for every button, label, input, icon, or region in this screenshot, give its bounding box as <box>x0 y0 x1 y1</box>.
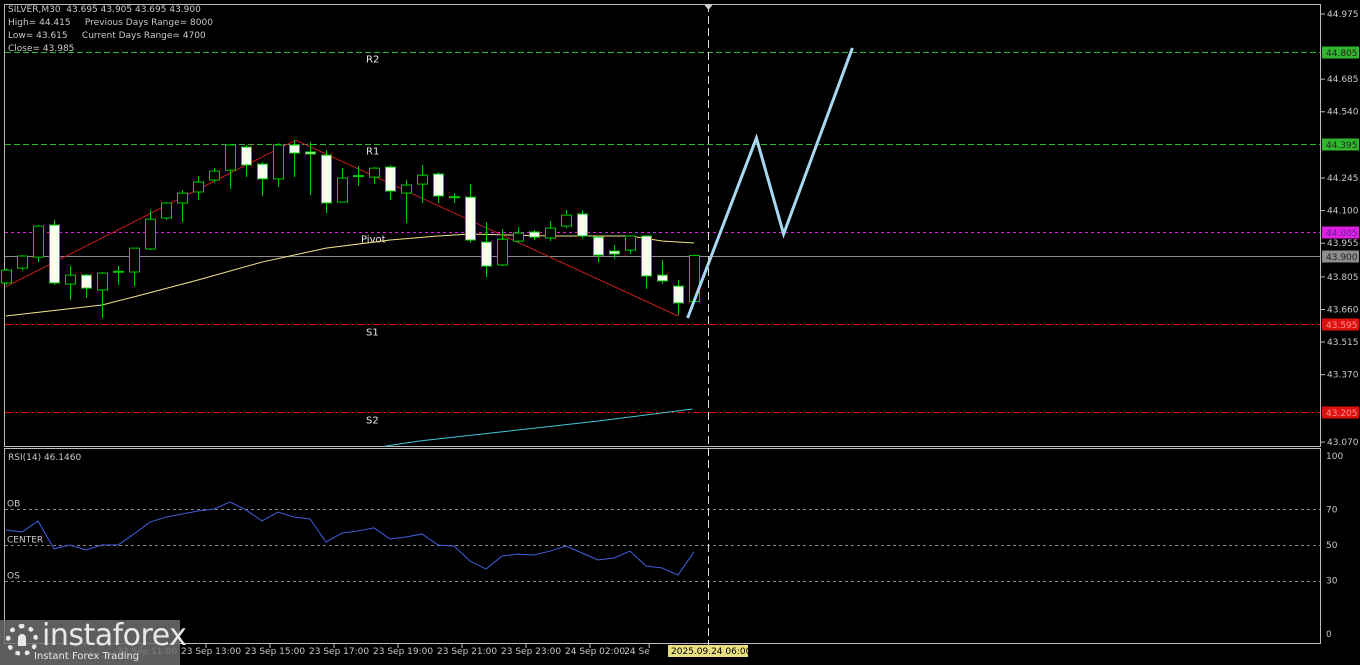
bullish-candle <box>177 192 188 204</box>
bearish-candle <box>641 235 652 277</box>
bullish-candle <box>225 144 236 171</box>
price-tick-label: 43.805 <box>1327 273 1359 283</box>
bullish-candle <box>353 175 364 178</box>
cursor-time-label: 2025.09.24 06:00 <box>671 647 752 657</box>
bullish-candle <box>497 238 508 266</box>
main-pane-frame <box>4 4 1321 447</box>
bullish-candle <box>97 272 108 291</box>
level-badge-label: 43.205 <box>1326 409 1358 419</box>
level-badge-label: 44.805 <box>1326 49 1358 59</box>
bearish-candle <box>465 196 476 241</box>
forecast-path-line <box>686 47 854 319</box>
bullish-candle <box>369 167 380 178</box>
bearish-candle <box>385 166 396 192</box>
bearish-candle <box>321 154 332 204</box>
price-tick-label: 43.955 <box>1327 239 1359 249</box>
rsi-level-center: CENTER <box>7 536 43 546</box>
bullish-candle <box>33 225 44 258</box>
level-name-r1: R1 <box>366 147 379 158</box>
level-name-r2: R2 <box>366 55 379 66</box>
rsi-line <box>5 501 695 576</box>
bearish-candle <box>593 236 604 256</box>
bullish-candle <box>209 170 220 181</box>
bearish-candle <box>81 274 92 289</box>
bearish-candle <box>577 213 588 237</box>
price-tick-label: 43.370 <box>1327 371 1359 381</box>
rsi-tick-label: 30 <box>1326 577 1338 587</box>
bullish-candle <box>449 196 460 199</box>
level-badge-label: 44.005 <box>1326 229 1358 239</box>
price-tick-label: 44.100 <box>1327 207 1359 217</box>
time-tick-label: 23 Sep 19:00 <box>373 647 433 657</box>
bullish-candle <box>193 181 204 193</box>
time-tick-label: 23 Sep 13:00 <box>181 647 241 657</box>
watermark-tagline: Instant Forex Trading <box>34 651 140 662</box>
bullish-candle <box>129 247 140 273</box>
bearish-candle <box>433 173 444 197</box>
bullish-candle <box>337 177 348 203</box>
level-badge-label: 43.595 <box>1326 321 1358 331</box>
fast-moving-average-line <box>5 233 695 317</box>
bearish-candle <box>289 144 300 154</box>
bearish-candle <box>481 241 492 267</box>
watermark-name: instaforex <box>42 618 187 653</box>
rsi-level-os: OS <box>7 572 20 582</box>
high-range-line: High= 44.415 Previous Days Range= 8000 <box>8 18 213 28</box>
bullish-candle <box>113 270 124 273</box>
bullish-candle <box>625 235 636 251</box>
time-tick-label: 23 Sep 23:00 <box>501 647 561 657</box>
bearish-candle <box>257 163 268 180</box>
bullish-candle <box>401 184 412 194</box>
bullish-candle <box>561 214 572 227</box>
rsi-tick-label: 50 <box>1326 541 1338 551</box>
price-chart[interactable]: 44.975 44.685 44.540 44.245 44.100 43.955 43.8… <box>0 0 1360 665</box>
bearish-candle <box>305 151 316 155</box>
bullish-candle <box>65 274 76 285</box>
bullish-candle <box>161 202 172 219</box>
time-shift-marker-icon <box>704 5 713 10</box>
price-tick-label: 44.975 <box>1327 10 1359 20</box>
bullish-candle <box>145 218 156 250</box>
level-badge-label: 44.395 <box>1326 141 1358 151</box>
level-name-s2: S2 <box>366 416 379 427</box>
rsi-tick-label: 0 <box>1326 630 1332 640</box>
bullish-candle <box>513 232 524 242</box>
low-range-line: Low= 43.615 Current Days Range= 4700 <box>8 31 206 41</box>
slow-moving-average-line <box>385 408 693 447</box>
rsi-level-ob: OB <box>7 500 20 510</box>
bullish-candle <box>1 269 12 284</box>
bearish-candle <box>49 224 60 284</box>
close-line: Close= 43.985 <box>8 44 75 54</box>
level-name-s1: S1 <box>366 328 379 339</box>
time-tick-label: 24 Se <box>624 647 650 657</box>
bearish-candle <box>529 231 540 238</box>
level-badge-label: 43.900 <box>1326 253 1358 263</box>
level-name-pivot: Pivot <box>361 235 386 246</box>
time-tick-label: 23 Sep 17:00 <box>309 647 369 657</box>
price-tick-label: 43.660 <box>1327 305 1359 315</box>
rsi-tick-label: 70 <box>1326 505 1338 515</box>
price-tick-label: 44.685 <box>1327 75 1359 85</box>
bullish-candle <box>273 144 284 180</box>
bullish-candle <box>545 227 556 239</box>
bearish-candle <box>673 285 684 304</box>
price-tick-label: 44.245 <box>1327 174 1359 184</box>
symbol-ohlc-line: SILVER,M30 43.695 43.905 43.695 43.900 <box>8 5 201 15</box>
bullish-candle <box>17 255 28 269</box>
bearish-candle <box>609 250 620 255</box>
bearish-candle <box>657 274 668 282</box>
instaforex-watermark: instaforex Instant Forex Trading <box>0 618 187 665</box>
price-tick-label: 43.070 <box>1327 438 1359 448</box>
time-tick-label: 23 Sep 15:00 <box>245 647 305 657</box>
bullish-candle <box>417 174 428 185</box>
bearish-candle <box>241 146 252 166</box>
time-tick-label: 23 Sep 21:00 <box>437 647 497 657</box>
time-tick-label: 24 Sep 02:00 <box>565 647 625 657</box>
price-tick-label: 43.515 <box>1327 338 1359 348</box>
rsi-tick-label: 100 <box>1326 452 1343 462</box>
price-tick-label: 44.540 <box>1327 108 1359 118</box>
rsi-label: RSI(14) 46.1460 <box>8 453 81 463</box>
